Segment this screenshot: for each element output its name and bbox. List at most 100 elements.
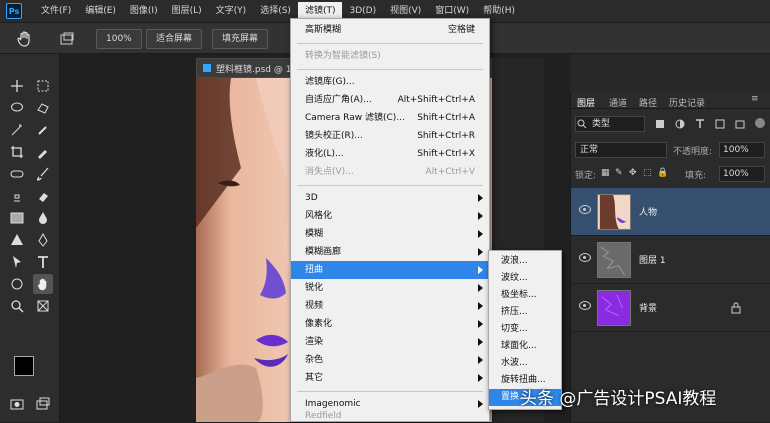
submenu-item[interactable]: 波浪... xyxy=(489,253,561,270)
quick-mask-icon[interactable] xyxy=(7,394,27,414)
filter-menu-item[interactable]: 锐化 xyxy=(291,279,489,297)
menu-item-shortcut: 空格键 xyxy=(447,25,475,35)
photoshop-logo-icon[interactable]: Ps xyxy=(6,3,22,19)
menu-item-shortcut: Alt+Ctrl+V xyxy=(425,167,475,177)
filter-menu-item[interactable]: 镜头校正(R)... Shift+Ctrl+R xyxy=(291,127,489,145)
filter-menu-item[interactable]: 渲染 xyxy=(291,333,489,351)
healing-brush-tool-icon[interactable] xyxy=(7,164,27,184)
visibility-eye-icon[interactable] xyxy=(579,205,591,214)
eyedropper-tool-icon[interactable] xyxy=(33,142,53,162)
smart-object-filter-icon[interactable] xyxy=(735,119,745,129)
lock-pixels-icon[interactable]: ✎ xyxy=(615,168,623,178)
fill-screen-button[interactable]: 填充屏幕 xyxy=(212,29,269,49)
filter-menu-item[interactable]: 模糊 xyxy=(291,225,489,243)
layer-row[interactable]: 人物 xyxy=(571,188,770,236)
menu-item-label: Camera Raw 滤镜(C)... xyxy=(305,113,405,123)
menu-item-shortcut: Shift+Ctrl+A xyxy=(417,113,475,123)
filter-menu-item[interactable]: 风格化 xyxy=(291,207,489,225)
filter-menu-item[interactable]: 自适应广角(A)... Alt+Shift+Ctrl+A xyxy=(291,91,489,109)
panel-menu-icon[interactable]: ≡ xyxy=(751,94,759,104)
layer-row[interactable]: 图层 1 xyxy=(571,236,770,284)
menu-item-label: 视频 xyxy=(305,301,324,311)
menu-layer[interactable]: 图层(L) xyxy=(165,2,209,20)
clone-stamp-tool-icon[interactable] xyxy=(7,186,27,206)
menu-item-label: 镜头校正(R)... xyxy=(305,131,363,141)
layer-name: 背景 xyxy=(639,304,658,314)
type-tool-icon[interactable] xyxy=(33,252,53,272)
filter-menu-item[interactable]: 液化(L)... Shift+Ctrl+X xyxy=(291,145,489,163)
visibility-eye-icon[interactable] xyxy=(579,253,591,262)
zoom-tool-icon[interactable] xyxy=(7,296,27,316)
filter-menu-item[interactable]: Camera Raw 滤镜(C)... Shift+Ctrl+A xyxy=(291,109,489,127)
scroll-all-windows-icon[interactable] xyxy=(58,30,76,48)
edit-toolbar-icon[interactable] xyxy=(33,296,53,316)
submenu-arrow-icon xyxy=(478,230,483,238)
quick-selection-tool-icon[interactable] xyxy=(33,120,53,140)
dodge-tool-icon[interactable] xyxy=(7,230,27,250)
hand-tool-icon[interactable] xyxy=(33,274,53,294)
polygon-lasso-tool-icon[interactable] xyxy=(33,98,53,118)
filter-menu-item[interactable]: 模糊画廊 xyxy=(291,243,489,261)
filter-menu-item[interactable]: 滤镜库(G)... xyxy=(291,73,489,91)
submenu-item[interactable]: 挤压... xyxy=(489,304,561,321)
blur-tool-icon[interactable] xyxy=(33,208,53,228)
menu-item-shortcut: Alt+Shift+Ctrl+A xyxy=(397,95,475,105)
shape-filter-icon[interactable] xyxy=(715,119,725,129)
menu-type[interactable]: 文字(Y) xyxy=(209,2,254,20)
pen-tool-icon[interactable] xyxy=(33,230,53,250)
lock-all-icon[interactable]: 🔒 xyxy=(657,168,668,178)
lock-position-icon[interactable]: ✥ xyxy=(629,168,637,178)
shape-tool-icon[interactable] xyxy=(7,274,27,294)
brush-tool-icon[interactable] xyxy=(33,164,53,184)
fit-screen-button[interactable]: 适合屏幕 xyxy=(146,29,203,49)
submenu-item[interactable]: 切变... xyxy=(489,321,561,338)
menu-item-label: 液化(L)... xyxy=(305,149,344,159)
path-selection-tool-icon[interactable] xyxy=(7,252,27,272)
menu-divider xyxy=(297,69,483,70)
layer-row[interactable]: 背景 xyxy=(571,284,770,332)
zoom-100-button[interactable]: 100% xyxy=(96,29,142,49)
opacity-input[interactable]: 100% xyxy=(719,142,765,158)
filter-menu-item[interactable]: 其它 xyxy=(291,369,489,387)
hand-tool-icon[interactable] xyxy=(16,30,34,48)
menu-file[interactable]: 文件(F) xyxy=(34,2,78,20)
submenu-arrow-icon xyxy=(478,212,483,220)
screen-mode-icon[interactable] xyxy=(33,394,53,414)
lasso-tool-icon[interactable] xyxy=(7,98,27,118)
fill-input[interactable]: 100% xyxy=(719,166,765,182)
magic-wand-tool-icon[interactable] xyxy=(7,120,27,140)
lock-artboard-icon[interactable]: ⬚ xyxy=(643,168,652,178)
lock-transparency-icon[interactable]: ▦ xyxy=(601,168,610,178)
filter-menu-item[interactable]: 像素化 xyxy=(291,315,489,333)
document-icon xyxy=(203,64,211,72)
pixel-filter-icon[interactable] xyxy=(655,119,665,129)
visibility-eye-icon[interactable] xyxy=(579,301,591,310)
blend-mode-select[interactable]: 正常 xyxy=(575,142,667,158)
filter-menu-item[interactable]: 视频 xyxy=(291,297,489,315)
filter-menu-item[interactable]: 杂色 xyxy=(291,351,489,369)
submenu-item[interactable]: 波纹... xyxy=(489,270,561,287)
submenu-arrow-icon xyxy=(478,356,483,364)
foreground-color-swatch[interactable] xyxy=(14,356,34,376)
submenu-item[interactable]: 极坐标... xyxy=(489,287,561,304)
move-tool-icon[interactable] xyxy=(7,76,27,96)
submenu-item[interactable]: 球面化... xyxy=(489,338,561,355)
menu-divider xyxy=(297,185,483,186)
menu-edit[interactable]: 编辑(E) xyxy=(78,2,123,20)
submenu-item[interactable]: 水波... xyxy=(489,355,561,372)
crop-tool-icon[interactable] xyxy=(7,142,27,162)
marquee-tool-icon[interactable] xyxy=(33,76,53,96)
menu-image[interactable]: 图像(I) xyxy=(123,2,165,20)
adjustment-filter-icon[interactable] xyxy=(675,119,685,129)
menu-item-label: 扭曲 xyxy=(305,265,324,275)
submenu-arrow-icon xyxy=(478,374,483,382)
filter-menu-item[interactable]: 高斯模糊 空格键 xyxy=(291,21,489,39)
filter-kind-value: 类型 xyxy=(592,119,611,129)
type-filter-icon[interactable] xyxy=(695,119,705,129)
gradient-tool-icon[interactable] xyxy=(7,208,27,228)
filter-menu-item[interactable]: 3D xyxy=(291,189,489,207)
filter-menu-item-distort[interactable]: 扭曲 xyxy=(291,261,489,279)
layer-name: 图层 1 xyxy=(639,256,666,266)
filter-toggle[interactable] xyxy=(755,118,765,128)
eraser-tool-icon[interactable] xyxy=(33,186,53,206)
